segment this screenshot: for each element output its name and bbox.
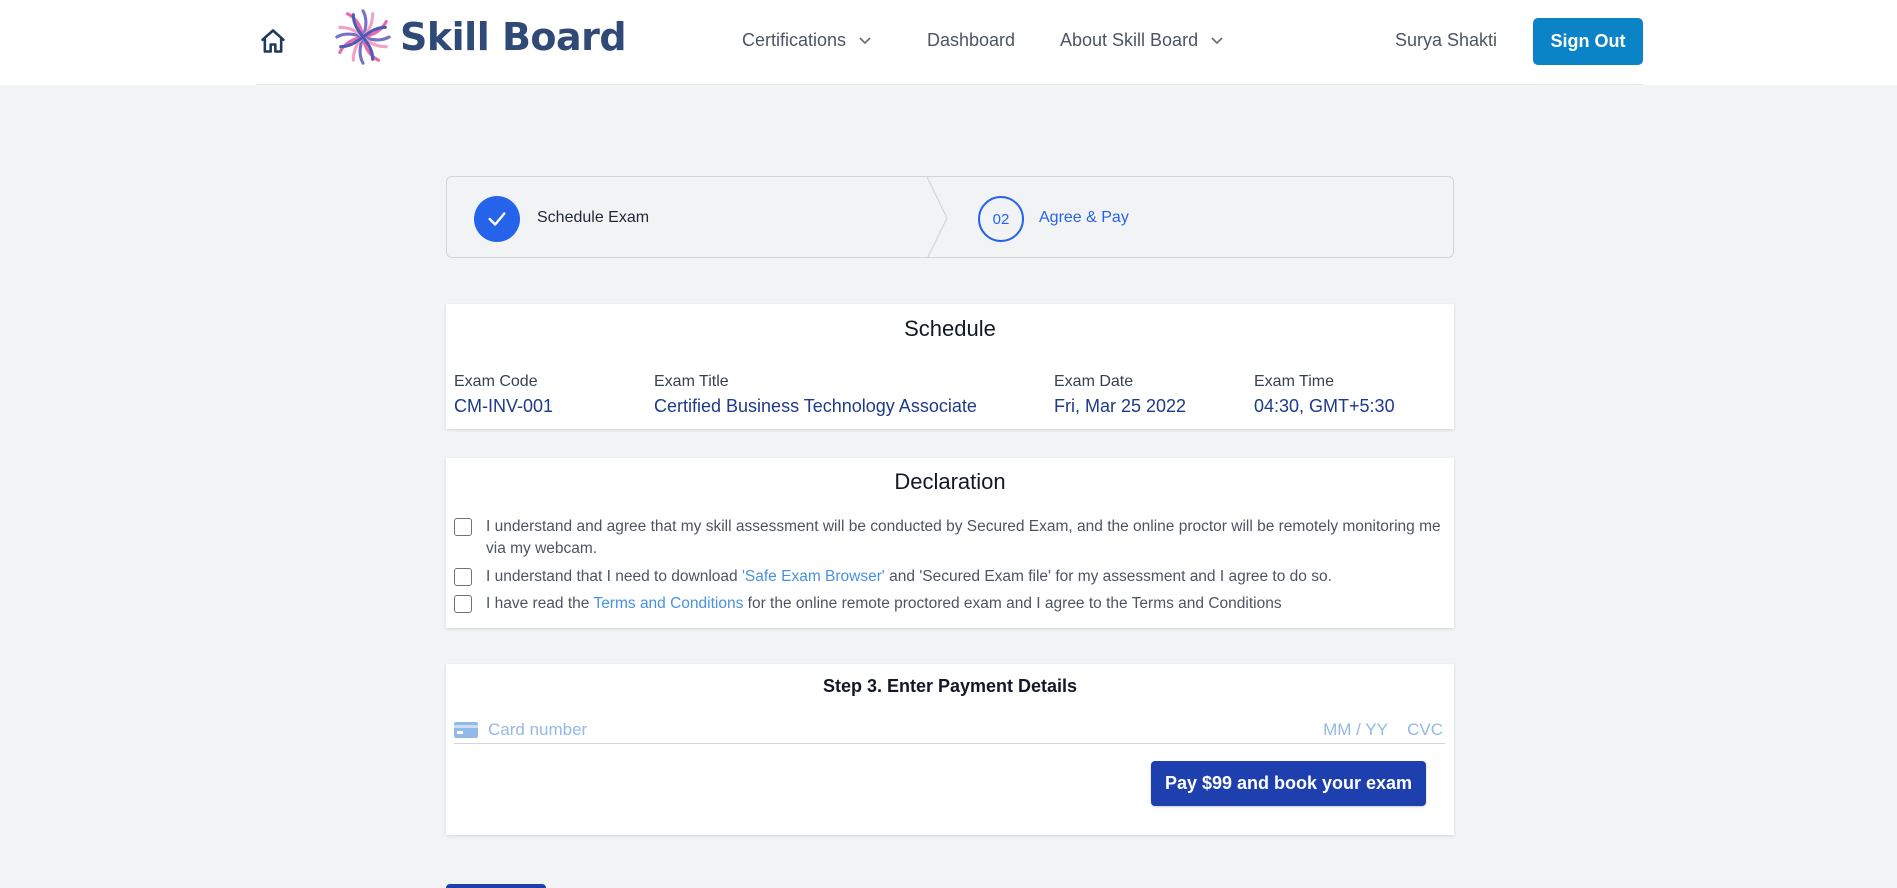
declaration-checkbox-browser[interactable] [454, 568, 472, 586]
exam-time-label: Exam Time [1254, 373, 1335, 390]
step-divider-arrow [927, 177, 948, 257]
exam-date-field: Exam Date Fri, Mar 25 2022 [1054, 373, 1186, 417]
card-cvc-input[interactable] [1397, 719, 1443, 740]
declaration-title: Declaration [894, 469, 1006, 494]
declaration-card: Declaration I understand and agree that … [446, 458, 1454, 628]
terms-and-conditions-link[interactable]: Terms and Conditions [593, 595, 743, 612]
nav-certifications[interactable]: Certifications [742, 30, 872, 51]
progress-stepper: Schedule Exam 02 Agree & Pay [446, 176, 1454, 258]
declaration-item-proctor: I understand and agree that my skill ass… [454, 516, 1446, 560]
sign-out-button[interactable]: Sign Out [1533, 18, 1643, 65]
exam-title-value: Certified Business Technology Associate [654, 396, 977, 416]
declaration-text-browser-post: and 'Secured Exam file' for my assessmen… [884, 568, 1332, 585]
step-2-label: Agree & Pay [1039, 209, 1129, 226]
pay-and-book-button[interactable]: Pay $99 and book your exam [1151, 761, 1426, 806]
schedule-title: Schedule [904, 316, 996, 341]
exam-code-label: Exam Code [454, 373, 538, 390]
payment-card: Step 3. Enter Payment Details Pay $99 an… [446, 664, 1454, 835]
card-input-group [454, 716, 1445, 744]
nav-dashboard-label: Dashboard [927, 30, 1016, 50]
card-expiry-input[interactable] [1318, 719, 1388, 740]
safe-exam-browser-link[interactable]: 'Safe Exam Browser' [742, 568, 885, 585]
declaration-checkbox-proctor[interactable] [454, 518, 472, 536]
nav-certifications-label: Certifications [742, 30, 847, 50]
step-1-label: Schedule Exam [537, 209, 650, 226]
payment-title: Step 3. Enter Payment Details [822, 676, 1078, 696]
declaration-item-terms: I have read the Terms and Conditions for… [454, 593, 1446, 615]
exam-date-label: Exam Date [1054, 373, 1134, 390]
declaration-item-browser: I understand that I need to download 'Sa… [454, 566, 1446, 588]
logo-mark-icon [335, 9, 391, 65]
credit-card-icon [454, 721, 478, 738]
exam-code-value: CM-INV-001 [454, 396, 554, 416]
user-name[interactable]: Surya Shakti [1395, 30, 1497, 51]
declaration-text-terms: I have read the Terms and Conditions for… [486, 593, 1446, 615]
schedule-card: Schedule Exam Code CM-INV-001 Exam Title… [446, 304, 1454, 429]
exam-title-field: Exam Title Certified Business Technology… [654, 373, 977, 417]
exam-time-field: Exam Time 04:30, GMT+5:30 [1254, 373, 1395, 417]
card-number-input[interactable] [488, 719, 1188, 740]
declaration-text-terms-pre: I have read the [486, 595, 594, 612]
home-icon[interactable] [256, 24, 290, 58]
exam-date-value: Fri, Mar 25 2022 [1054, 396, 1187, 416]
nav-about-skill-board[interactable]: About Skill Board [1060, 30, 1224, 51]
chevron-down-icon [859, 36, 871, 44]
header-divider [256, 84, 1643, 85]
exam-time-value: 04:30, GMT+5:30 [1254, 396, 1395, 416]
declaration-text-proctor: I understand and agree that my skill ass… [486, 518, 1441, 557]
logo-text: Skill Board [400, 15, 627, 59]
skill-board-logo[interactable]: Skill Board [332, 6, 627, 68]
nav-dashboard[interactable]: Dashboard [927, 30, 1015, 51]
declaration-checkbox-terms[interactable] [454, 595, 472, 613]
exam-title-label: Exam Title [654, 373, 729, 390]
nav-about-label: About Skill Board [1060, 30, 1199, 50]
step-complete-check-icon [474, 196, 520, 242]
exam-code-field: Exam Code CM-INV-001 [454, 373, 553, 417]
declaration-text-browser: I understand that I need to download 'Sa… [486, 566, 1446, 588]
declaration-text-terms-post: for the online remote proctored exam and… [743, 595, 1282, 612]
step-2-number: 02 [978, 196, 1024, 242]
chevron-down-icon [1211, 36, 1223, 44]
top-header: Skill Board Certifications Dashboard Abo… [0, 0, 1897, 85]
back-button[interactable] [446, 884, 546, 888]
declaration-text-browser-pre: I understand that I need to download [486, 568, 742, 585]
